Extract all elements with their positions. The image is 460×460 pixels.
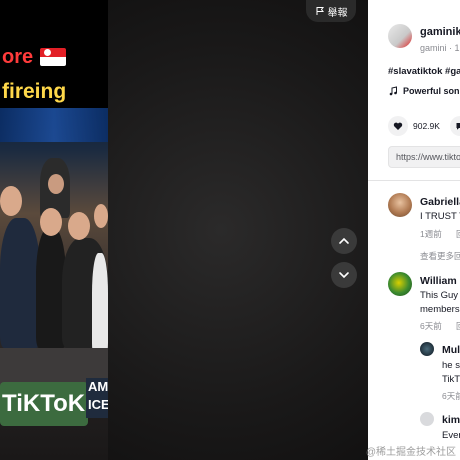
comment-author[interactable]: Gabriella	[420, 196, 460, 208]
comment-icon[interactable]	[450, 116, 460, 136]
reply-button[interactable]: 回	[456, 228, 460, 240]
view-more-replies[interactable]: 查看更多回	[420, 250, 460, 262]
flag-icon	[316, 7, 324, 15]
chevron-down-icon	[339, 272, 349, 279]
comment-text: I TRUST T	[420, 211, 460, 222]
heart-icon[interactable]	[388, 116, 408, 136]
divider	[368, 180, 460, 181]
author-subtitle: gamini · 1週	[420, 43, 460, 53]
next-video-button[interactable]	[331, 262, 357, 288]
post-hashtags[interactable]: #slavatiktok #ga	[388, 66, 460, 77]
like-stat[interactable]: 902.9K	[388, 116, 440, 136]
music-note-icon	[389, 86, 397, 96]
watermark: @稀土掘金技术社区	[365, 447, 456, 458]
copy-link-field[interactable]: https://www.tiktok	[388, 146, 460, 168]
author-avatar[interactable]	[388, 24, 412, 48]
comment-author[interactable]: kim	[442, 414, 460, 426]
singapore-flag-icon	[40, 48, 66, 66]
report-label: 舉報	[327, 7, 348, 19]
reply-button[interactable]: 回	[456, 320, 460, 332]
video-side-text: AM ICE	[86, 378, 108, 418]
video-caption-line2: fireing	[2, 80, 67, 103]
comment-text: TikT	[442, 374, 460, 385]
video-frame[interactable]: ore fireing TiKToK AM ICE	[0, 0, 108, 460]
previous-video-button[interactable]	[331, 228, 357, 254]
commenter-avatar[interactable]	[388, 193, 412, 217]
comment-author[interactable]: William	[420, 275, 457, 287]
video-bottom-text: TiKToK	[2, 390, 86, 417]
comment-time: 6天前	[420, 321, 442, 331]
video-caption-line1: ore	[2, 46, 34, 68]
music-link[interactable]: Powerful son	[388, 86, 460, 96]
comment-stat[interactable]	[450, 116, 460, 136]
report-button[interactable]: 舉報	[306, 0, 356, 22]
commenter-avatar[interactable]	[420, 342, 434, 356]
music-title: Powerful son	[403, 86, 460, 96]
video-stage[interactable]: ore fireing TiKToK AM ICE 舉報	[0, 0, 368, 460]
comment-time: 6天前	[442, 391, 460, 401]
details-panel: gaminik gamini · 1週 #slavatiktok #ga Pow…	[368, 0, 460, 460]
comment-author[interactable]: Mul	[442, 344, 460, 356]
like-count: 902.9K	[413, 121, 440, 131]
comment-text: Ever	[442, 430, 460, 441]
author-name[interactable]: gaminik	[420, 26, 460, 38]
comment-time: 1週前	[420, 229, 442, 239]
chevron-up-icon	[339, 237, 349, 244]
commenter-avatar[interactable]	[388, 272, 412, 296]
comment-text: This Guy	[420, 290, 459, 301]
comment-text: he s	[442, 360, 460, 371]
default-avatar-icon[interactable]	[420, 412, 434, 426]
comment-text: members	[420, 304, 460, 315]
